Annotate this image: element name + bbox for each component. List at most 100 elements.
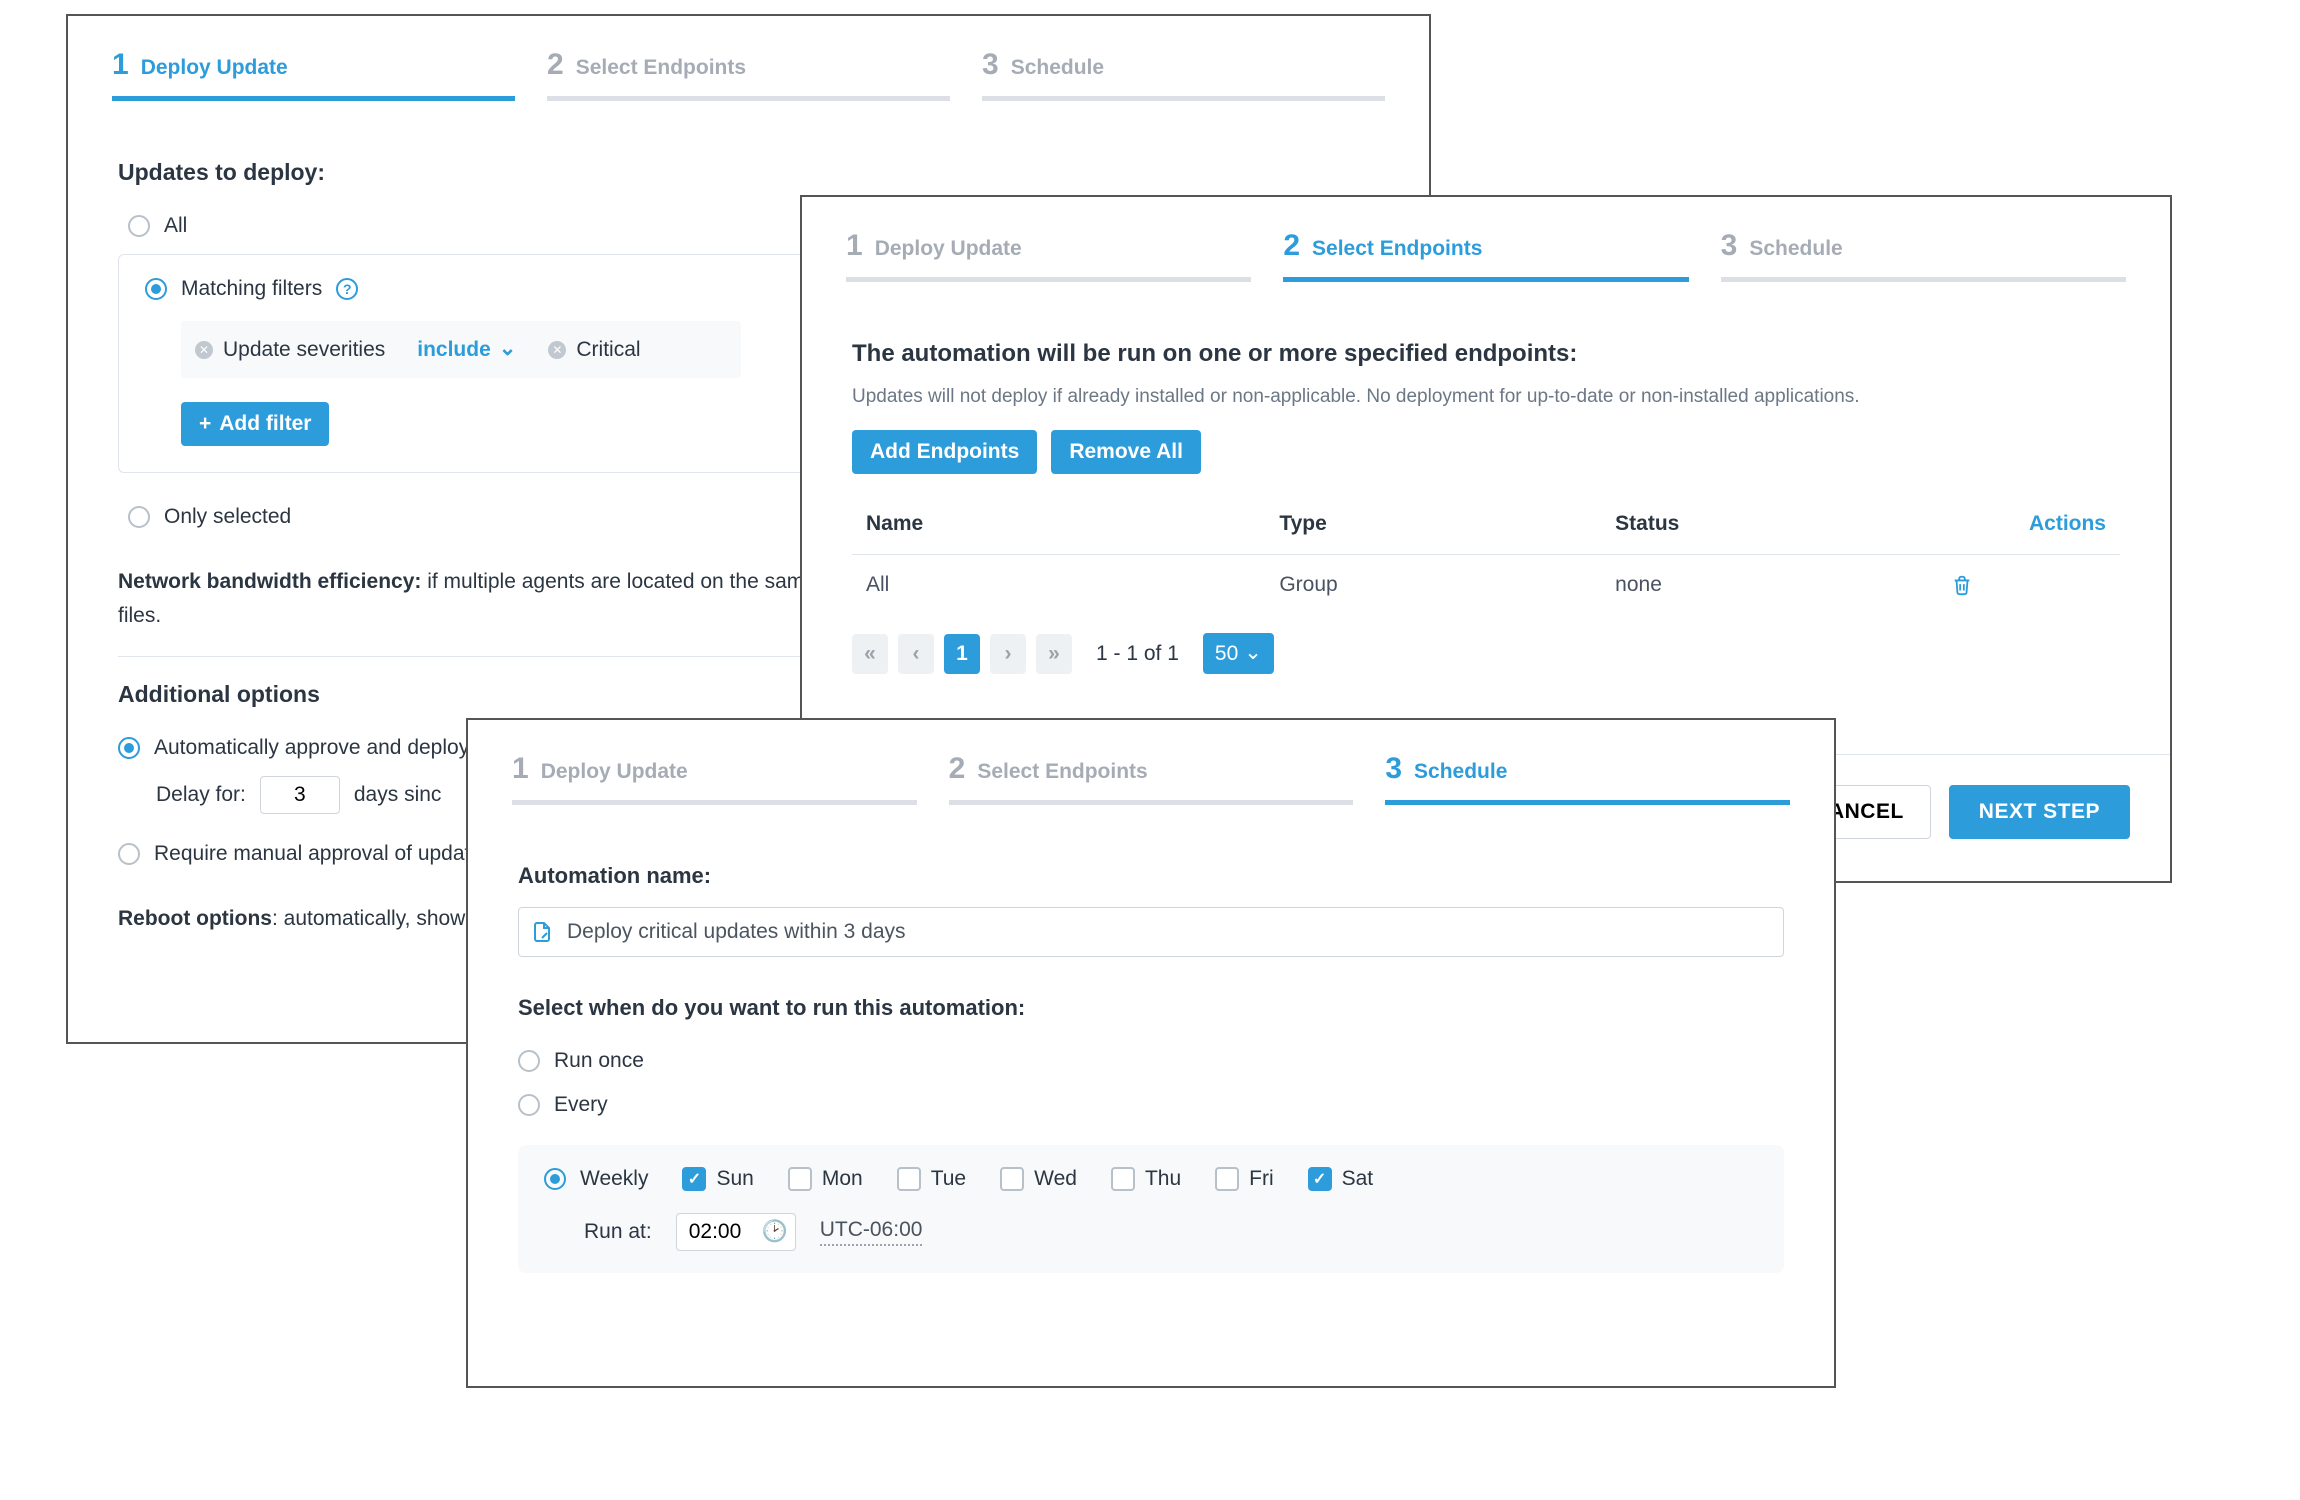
radio-matching-label: Matching filters	[181, 277, 322, 301]
filter-operator-label: include	[417, 338, 491, 362]
days-since-label: days sinc	[354, 783, 442, 807]
day-label: Thu	[1145, 1167, 1181, 1191]
clock-icon: 🕑	[762, 1220, 788, 1244]
chevron-down-icon: ⌄	[499, 336, 517, 361]
timezone-select[interactable]: UTC-06:00	[820, 1218, 923, 1246]
run-once-label: Run once	[554, 1049, 644, 1073]
day-label: Wed	[1034, 1167, 1077, 1191]
col-status: Status	[1615, 512, 1951, 536]
step-schedule[interactable]: 3Schedule	[1721, 229, 2126, 282]
pagination: « ‹ 1 › » 1 - 1 of 1 50 ⌄	[852, 633, 2120, 674]
trash-icon[interactable]	[1951, 573, 2106, 597]
day-label: Sun	[716, 1167, 753, 1191]
chevron-down-icon: ⌄	[1244, 640, 1262, 665]
filter-field-label: Update severities	[223, 338, 385, 362]
remove-all-label: Remove All	[1069, 440, 1183, 464]
add-filter-button[interactable]: + Add filter	[181, 402, 329, 446]
checkbox-icon	[1215, 1167, 1239, 1191]
step-schedule[interactable]: 3Schedule	[982, 48, 1385, 101]
page-last-button[interactable]: »	[1036, 634, 1072, 674]
endpoints-table: Name Type Status Actions All Group none	[852, 494, 2120, 615]
page-prev-button[interactable]: ‹	[898, 634, 934, 674]
table-row: All Group none	[852, 554, 2120, 615]
day-wed[interactable]: Wed	[1000, 1167, 1077, 1191]
remove-token-icon[interactable]: ✕	[195, 341, 213, 359]
filter-value-token[interactable]: ✕ Critical	[548, 338, 640, 362]
automation-name-field[interactable]	[518, 907, 1784, 957]
radio-only-selected-label: Only selected	[164, 505, 291, 529]
checkbox-icon	[1000, 1167, 1024, 1191]
run-at-time-field[interactable]: 🕑	[676, 1213, 796, 1251]
step-deploy-update[interactable]: 1Deploy Update	[846, 229, 1251, 282]
radio-dot-icon	[145, 278, 167, 300]
select-when-label: Select when do you want to run this auto…	[518, 995, 1784, 1021]
col-name: Name	[866, 512, 1279, 536]
day-label: Sat	[1342, 1167, 1374, 1191]
radio-weekly[interactable]: Weekly	[544, 1167, 648, 1191]
day-fri[interactable]: Fri	[1215, 1167, 1274, 1191]
every-label: Every	[554, 1093, 608, 1117]
step-select-endpoints[interactable]: 2Select Endpoints	[949, 752, 1354, 805]
day-thu[interactable]: Thu	[1111, 1167, 1181, 1191]
step-select-endpoints[interactable]: 2Select Endpoints	[547, 48, 950, 101]
cell-type: Group	[1279, 573, 1615, 597]
page-next-button[interactable]: ›	[990, 634, 1026, 674]
filter-value-label: Critical	[576, 338, 640, 362]
col-actions: Actions	[1951, 512, 2106, 536]
radio-dot-icon	[128, 506, 150, 528]
document-icon	[530, 920, 554, 944]
automation-name-input[interactable]	[518, 907, 1784, 957]
checkbox-icon	[682, 1167, 706, 1191]
day-mon[interactable]: Mon	[788, 1167, 863, 1191]
page-size-select[interactable]: 50 ⌄	[1203, 633, 1274, 674]
step-schedule[interactable]: 3Schedule	[1385, 752, 1790, 805]
remove-token-icon[interactable]: ✕	[548, 341, 566, 359]
radio-dot-icon	[518, 1050, 540, 1072]
stepper: 1Deploy Update 2Select Endpoints 3Schedu…	[468, 720, 1834, 805]
checkbox-icon	[897, 1167, 921, 1191]
endpoints-heading: The automation will be run on one or mor…	[852, 340, 2120, 368]
add-endpoints-button[interactable]: Add Endpoints	[852, 430, 1037, 474]
radio-dot-icon	[118, 737, 140, 759]
day-sun[interactable]: Sun	[682, 1167, 753, 1191]
filter-row: ✕ Update severities include ⌄ ✕ Critical	[181, 321, 741, 378]
step-select-endpoints[interactable]: 2Select Endpoints	[1283, 229, 1688, 282]
radio-every[interactable]: Every	[518, 1083, 1784, 1127]
radio-dot-icon	[518, 1094, 540, 1116]
weekly-schedule-group: Weekly Sun Mon Tue Wed	[518, 1145, 1784, 1273]
day-label: Fri	[1249, 1167, 1274, 1191]
add-endpoints-label: Add Endpoints	[870, 440, 1019, 464]
day-tue[interactable]: Tue	[897, 1167, 966, 1191]
weekly-label: Weekly	[580, 1167, 648, 1191]
page-first-button[interactable]: «	[852, 634, 888, 674]
step-deploy-update[interactable]: 1Deploy Update	[512, 752, 917, 805]
stepper: 1Deploy Update 2Select Endpoints 3Schedu…	[68, 16, 1429, 101]
automation-name-label: Automation name:	[518, 863, 1784, 889]
endpoints-subheading: Updates will not deploy if already insta…	[852, 386, 2120, 408]
auto-approve-label: Automatically approve and deploy a	[154, 736, 487, 760]
page-number-1[interactable]: 1	[944, 634, 980, 674]
remove-all-button[interactable]: Remove All	[1051, 430, 1201, 474]
day-sat[interactable]: Sat	[1308, 1167, 1374, 1191]
page-range-label: 1 - 1 of 1	[1096, 642, 1179, 666]
col-type: Type	[1279, 512, 1615, 536]
cell-status: none	[1615, 573, 1951, 597]
radio-dot-icon	[544, 1168, 566, 1190]
day-label: Tue	[931, 1167, 966, 1191]
cell-name: All	[866, 573, 1279, 597]
filter-field-token[interactable]: ✕ Update severities	[195, 338, 385, 362]
checkbox-icon	[1111, 1167, 1135, 1191]
updates-to-deploy-title: Updates to deploy:	[118, 159, 1379, 186]
checkbox-icon	[1308, 1167, 1332, 1191]
panel-schedule: 1Deploy Update 2Select Endpoints 3Schedu…	[466, 718, 1836, 1388]
radio-run-once[interactable]: Run once	[518, 1039, 1784, 1083]
delay-days-input[interactable]	[260, 776, 340, 814]
next-step-button[interactable]: NEXT STEP	[1949, 785, 2130, 839]
step-deploy-update[interactable]: 1Deploy Update	[112, 48, 515, 101]
radio-all-label: All	[164, 214, 187, 238]
help-icon[interactable]: ?	[336, 278, 358, 300]
page-size-value: 50	[1215, 642, 1238, 666]
filter-operator-select[interactable]: include ⌄	[403, 333, 530, 366]
checkbox-icon	[788, 1167, 812, 1191]
table-header-row: Name Type Status Actions	[852, 494, 2120, 554]
